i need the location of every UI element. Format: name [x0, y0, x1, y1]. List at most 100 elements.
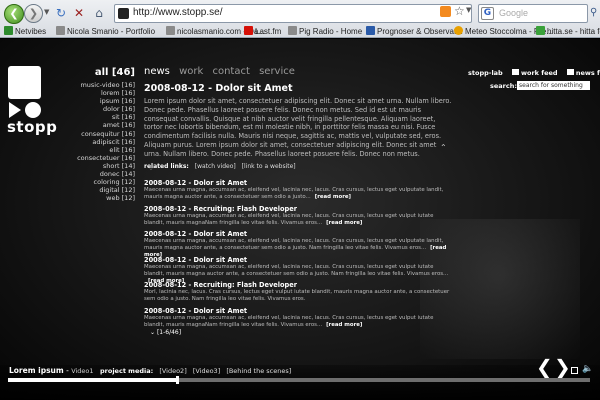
tag-list: all [46] music-video [16] lorem [16] ips…	[60, 67, 135, 202]
tag-item[interactable]: coloring [12]	[60, 178, 135, 186]
work-feed-link[interactable]: work feed	[511, 69, 558, 77]
rss-feed-icon[interactable]	[440, 6, 451, 17]
tag-item[interactable]: adipiscit [16]	[60, 138, 135, 146]
home-icon[interactable]: ⌂	[92, 6, 106, 20]
project-media: project media: [Video2] [Video3] [Behind…	[100, 367, 295, 375]
stopp-lab-link[interactable]: stopp-lab	[468, 69, 503, 77]
history-dropdown-icon[interactable]: ▼	[44, 8, 50, 18]
logo-dot	[25, 102, 41, 118]
tag-item[interactable]: elit [16]	[60, 146, 135, 154]
list-item: 2008-08-12 - Dolor sit Amet Maecenas urn…	[144, 179, 454, 205]
list-item: 2008-08-12 - Dolor sit Amet Maecenas urn…	[144, 230, 454, 258]
main-nav: news work contact service	[144, 66, 301, 77]
video-subtitle: Video1	[71, 367, 94, 375]
sound-icon[interactable]: 🔈	[582, 364, 593, 374]
list-item: 2008-08-12 - Dolor sit Amet Maecenas urn…	[144, 256, 454, 284]
item-title[interactable]: 2008-08-12 - Recruiting: Flash Developer	[144, 205, 454, 213]
website-link[interactable]: [link to a website]	[242, 163, 296, 170]
tag-all[interactable]: all [46]	[60, 67, 135, 79]
url-dropdown-icon[interactable]: ▼	[466, 6, 471, 14]
pager-range: [1-6/46]	[156, 329, 182, 336]
nav-news[interactable]: news	[144, 66, 170, 77]
fullscreen-icon[interactable]	[571, 367, 578, 374]
tag-item[interactable]: sit [16]	[60, 113, 135, 121]
tag-item[interactable]: short [14]	[60, 162, 135, 170]
search-magnifier-icon[interactable]: ⚲	[590, 7, 597, 18]
feed-icon	[566, 69, 574, 75]
url-text: http://www.stopp.se/	[133, 7, 223, 18]
forward-button[interactable]: ❯	[24, 4, 43, 23]
tag-item[interactable]: lorem [16]	[60, 89, 135, 97]
watch-video-link[interactable]: [watch video]	[195, 163, 236, 170]
tag-item[interactable]: amet [16]	[60, 121, 135, 129]
netvibes-icon	[4, 26, 13, 35]
address-bar[interactable]: http://www.stopp.se/	[114, 4, 472, 23]
item-title[interactable]: 2008-08-12 - Dolor sit Amet	[144, 230, 454, 238]
bookmark-portfolio[interactable]: Nicola Smanio - Portfolio	[56, 26, 155, 37]
tag-item[interactable]: consequitur [16]	[60, 130, 135, 138]
chevron-down-icon: ⌄	[150, 329, 156, 336]
pager[interactable]: ⌄ [1-6/46]	[150, 329, 181, 336]
bookmark-pigradio[interactable]: Pig Radio - Home	[288, 26, 362, 37]
item-body: Morl, lacinia nec, lacus. Cras cursus, l…	[144, 289, 450, 302]
bookmark-lastfm[interactable]: Last.fm	[244, 26, 281, 37]
media-video3[interactable]: [Video3]	[193, 367, 220, 375]
back-button[interactable]: ❮	[4, 4, 24, 24]
nav-service[interactable]: service	[259, 66, 295, 77]
item-title[interactable]: 2008-08-12 - Recruiting: Flash Developer	[144, 281, 454, 289]
item-body: Maecenas urna magna, accumsan ac, eleife…	[144, 212, 434, 226]
media-video2[interactable]: [Video2]	[159, 367, 186, 375]
list-item: 2008-08-12 - Recruiting: Flash Developer…	[144, 205, 454, 231]
next-arrow-icon[interactable]: ❯	[554, 355, 571, 379]
item-title[interactable]: 2008-08-12 - Dolor sit Amet	[144, 256, 454, 264]
read-more-link[interactable]: [read more]	[315, 194, 351, 200]
read-more-link[interactable]: [read more]	[326, 220, 362, 226]
tag-item[interactable]: web [12]	[60, 194, 135, 202]
scroll-up-icon[interactable]: ⌃	[440, 143, 447, 152]
item-title[interactable]: 2008-08-12 - Dolor sit Amet	[144, 307, 454, 315]
bookmark-prognoser[interactable]: Prognoser & Observat...	[366, 26, 463, 37]
search-field[interactable]: G Google	[478, 4, 588, 23]
item-body: Maecenas urna magna, accumsan ac, eleife…	[144, 314, 434, 328]
video-progress-bar[interactable]	[8, 376, 590, 384]
page-icon	[166, 26, 175, 35]
navigation-row: ❮ ❯ ▼ ↻ ✕ ⌂ http://www.stopp.se/ ☆ ▼ G G…	[0, 3, 600, 24]
media-behind-scenes[interactable]: [Behind the scenes]	[226, 367, 291, 375]
tag-item[interactable]: dolor [16]	[60, 105, 135, 113]
previous-arrow-icon[interactable]: ❮	[536, 355, 553, 379]
featured-title[interactable]: 2008-08-12 - Dolor sit Amet	[144, 83, 454, 94]
nav-contact[interactable]: contact	[212, 66, 249, 77]
lastfm-icon	[244, 26, 253, 35]
bookmark-hitta[interactable]: hitta.se - hitta företa...	[536, 26, 600, 37]
progress-handle[interactable]	[175, 376, 179, 384]
list-item: 2008-08-12 - Dolor sit Amet Maecenas urn…	[144, 307, 454, 333]
site-search-input[interactable]: search for something	[517, 81, 590, 90]
tag-item[interactable]: donec [14]	[60, 170, 135, 178]
logo-play-icon	[9, 102, 21, 118]
flag-icon	[366, 26, 375, 35]
item-body: Maecenas urna magna, accumsan ac, eleife…	[144, 187, 444, 200]
logo-square	[8, 66, 41, 99]
news-feed-link[interactable]: news feed	[566, 69, 600, 77]
page-icon	[288, 26, 297, 35]
feed-icon	[511, 69, 519, 75]
nav-work[interactable]: work	[179, 66, 203, 77]
list-item: 2008-08-12 - Recruiting: Flash Developer…	[144, 281, 454, 307]
tag-item[interactable]: digital [12]	[60, 186, 135, 194]
bookmark-star-icon[interactable]: ☆	[454, 4, 465, 18]
tag-item[interactable]: ipsum [16]	[60, 97, 135, 105]
header-links: stopp-lab work feed news feed	[468, 69, 600, 77]
bookmarks-bar: Netvibes Nicola Smanio - Portfolio nicol…	[0, 24, 600, 38]
search-engine-icon[interactable]: G	[481, 7, 494, 20]
item-title[interactable]: 2008-08-12 - Dolor sit Amet	[144, 179, 454, 187]
logo-text[interactable]: stopp	[7, 118, 57, 136]
hitta-icon	[536, 26, 545, 35]
tag-item[interactable]: music-video [16]	[60, 81, 135, 89]
stop-icon[interactable]: ✕	[72, 6, 86, 20]
read-more-link[interactable]: [read more]	[326, 322, 362, 328]
reload-icon[interactable]: ↻	[54, 6, 68, 20]
bookmark-netvibes[interactable]: Netvibes	[4, 26, 46, 37]
site-search-label: search:	[490, 82, 517, 90]
tag-item[interactable]: consectetuer [16]	[60, 154, 135, 162]
expand-icon[interactable]: ⌄	[148, 164, 154, 172]
